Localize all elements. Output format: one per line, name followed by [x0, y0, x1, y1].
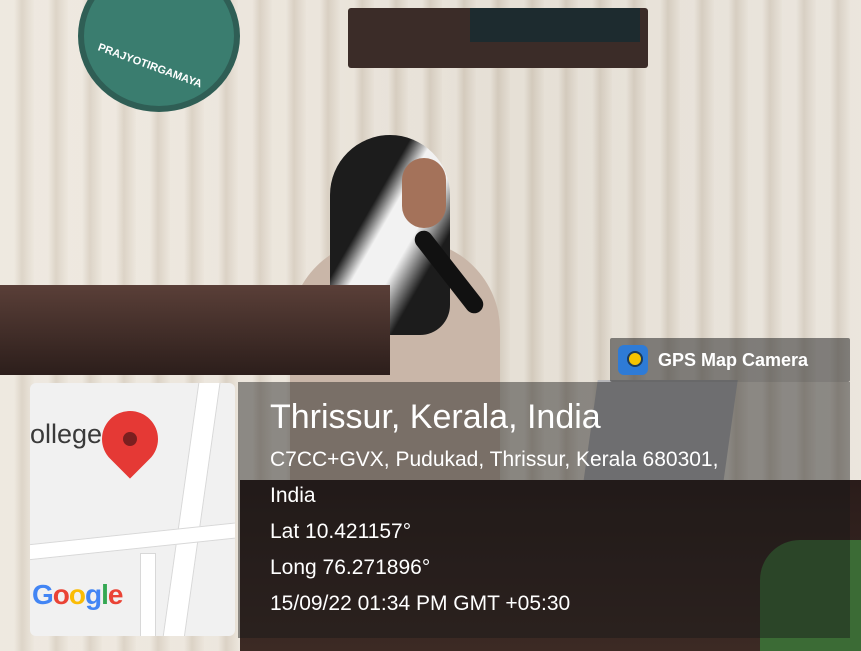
photo-scene: PRAJYOTIRGAMAYA GPS Map Camera ollege Go… — [0, 0, 861, 651]
map-thumbnail: ollege Google — [30, 383, 235, 636]
address-line-2: India — [270, 484, 316, 507]
google-logo: Google — [32, 579, 123, 610]
badge-app-name: GPS Map Camera — [658, 349, 809, 370]
latitude: Lat 10.421157° — [270, 520, 412, 543]
address-line-1: C7CC+GVX, Pudukad, Thrissur, Kerala 6803… — [270, 448, 719, 471]
speaker-face — [402, 158, 446, 228]
map-road — [30, 520, 235, 562]
map-pin-center — [123, 432, 137, 446]
wall-screen — [470, 8, 640, 42]
longitude: Long 76.271896° — [270, 556, 431, 579]
location-info: Thrissur, Kerala, India C7CC+GVX, Puduka… — [270, 398, 718, 622]
map-road — [161, 383, 221, 636]
map-road — [140, 553, 156, 636]
map-place-label: ollege — [30, 419, 103, 449]
datetime: 15/09/22 01:34 PM GMT +05:30 — [270, 592, 571, 615]
gps-map-camera-icon — [618, 345, 648, 375]
gps-camera-badge: GPS Map Camera — [610, 338, 850, 382]
wooden-podium — [0, 285, 390, 375]
location-title: Thrissur, Kerala, India — [270, 398, 601, 436]
